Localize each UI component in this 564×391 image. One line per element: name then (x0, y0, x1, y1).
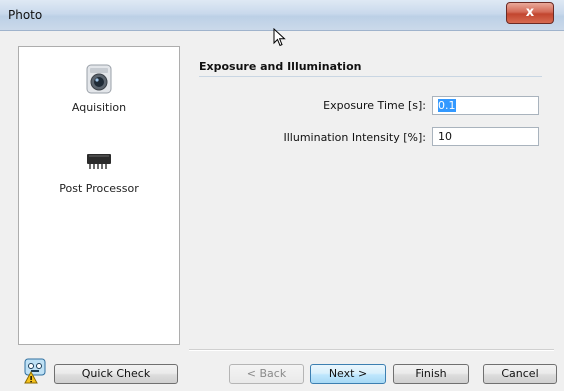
cancel-button[interactable]: Cancel (483, 364, 557, 384)
section-divider (199, 76, 542, 77)
dialog-window: Photo x Aquisition Post Processor Exposu… (0, 0, 564, 391)
title-bar[interactable]: Photo x (0, 0, 564, 31)
illumination-intensity-label: Illumination Intensity [%]: (283, 131, 427, 144)
section-title: Exposure and Illumination (199, 60, 362, 73)
category-panel: Aquisition Post Processor (18, 46, 180, 345)
sidebar-item-label: Aquisition (71, 101, 127, 114)
exposure-time-label: Exposure Time [s]: (323, 99, 426, 112)
illumination-intensity-input[interactable] (432, 127, 539, 146)
window-title: Photo (8, 8, 43, 22)
chip-icon (81, 142, 117, 178)
warning-robot-icon (24, 358, 46, 384)
camera-icon (81, 61, 117, 97)
sidebar-item-aquisition[interactable]: Aquisition (19, 61, 179, 114)
next-button[interactable]: Next > (310, 364, 386, 384)
exposure-time-input[interactable] (432, 96, 539, 115)
quick-check-button[interactable]: Quick Check (54, 364, 178, 384)
sidebar-item-post-processor[interactable]: Post Processor (19, 142, 179, 195)
close-button[interactable]: x (506, 2, 554, 24)
back-button[interactable]: < Back (229, 364, 304, 384)
finish-button[interactable]: Finish (393, 364, 469, 384)
mouse-cursor-icon (273, 28, 286, 47)
button-bar-divider (189, 349, 554, 351)
sidebar-item-label: Post Processor (59, 182, 139, 195)
